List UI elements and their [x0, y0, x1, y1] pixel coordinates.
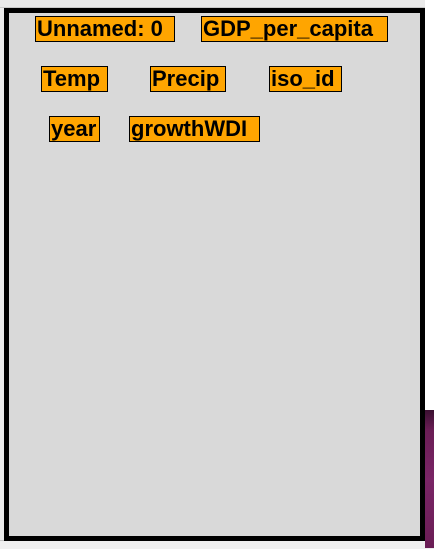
column-tag-precip[interactable]: Precip: [150, 66, 226, 92]
desktop-background: [425, 0, 434, 548]
column-tag-unnamed-0[interactable]: Unnamed: 0: [35, 16, 175, 42]
column-tag-temp[interactable]: Temp: [41, 66, 108, 92]
column-tag-year[interactable]: year: [49, 116, 100, 142]
column-tag-growthwdi[interactable]: growthWDI: [129, 116, 260, 142]
column-tag-iso-id[interactable]: iso_id: [269, 66, 342, 92]
top-strip: [0, 0, 425, 8]
column-panel: Unnamed: 0 GDP_per_capita Temp Precip is…: [4, 8, 425, 541]
column-tag-gdp-per-capita[interactable]: GDP_per_capita: [201, 16, 388, 42]
